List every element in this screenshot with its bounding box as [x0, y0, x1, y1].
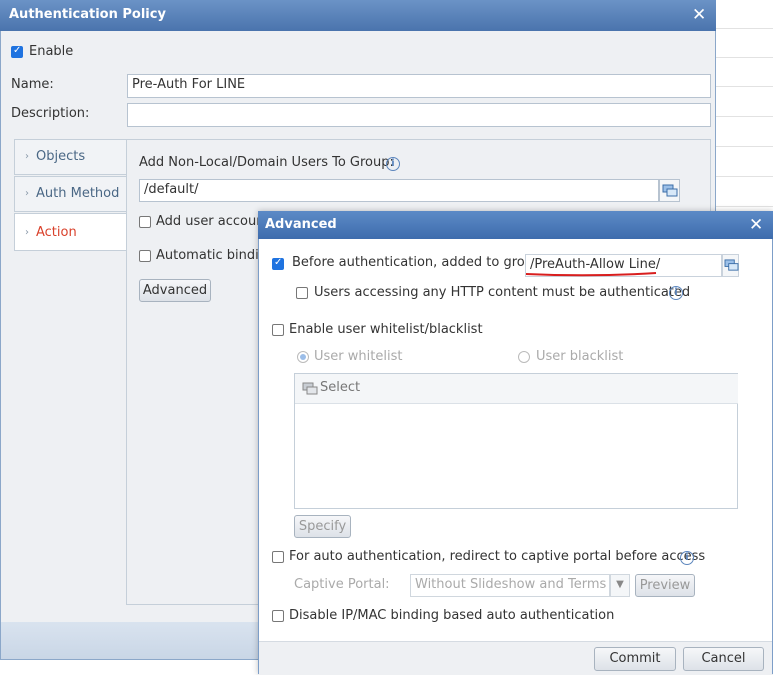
preview-button[interactable]: Preview	[635, 574, 695, 597]
user-list-toolbar	[295, 374, 738, 404]
http-auth-label: Users accessing any HTTP content must be…	[314, 285, 691, 300]
advanced-button[interactable]: Advanced	[139, 279, 211, 302]
sidebar-item-objects[interactable]: › Objects	[14, 139, 127, 175]
info-icon[interactable]: i	[680, 551, 694, 565]
dialog-title: Authentication Policy	[0, 0, 716, 31]
whitelist-enable-label: Enable user whitelist/blacklist	[289, 322, 483, 337]
auto-auth-label: For auto authentication, redirect to cap…	[289, 549, 706, 564]
description-input[interactable]	[127, 103, 711, 127]
disable-binding-label: Disable IP/MAC binding based auto authen…	[289, 608, 615, 623]
auto-auth-checkbox[interactable]	[272, 551, 284, 563]
chevron-right-icon: ›	[25, 188, 29, 199]
group-picker-button[interactable]	[659, 179, 680, 202]
select-icon	[302, 382, 318, 395]
annotation-underline	[525, 272, 657, 277]
outer-dialog-footer	[1, 622, 258, 659]
http-auth-checkbox[interactable]	[296, 287, 308, 299]
close-icon[interactable]: ✕	[692, 0, 706, 30]
disable-binding-checkbox[interactable]	[272, 610, 284, 622]
info-icon[interactable]: i	[669, 286, 683, 300]
background-divider	[716, 146, 773, 147]
description-label: Description:	[11, 106, 90, 121]
before-auth-group-picker[interactable]	[722, 254, 739, 277]
sidebar-item-label: Objects	[36, 149, 86, 164]
background-divider	[716, 176, 773, 177]
name-input[interactable]: Pre-Auth For LINE	[127, 74, 711, 98]
captive-portal-label: Captive Portal:	[294, 577, 390, 592]
name-label: Name:	[11, 77, 54, 92]
captive-portal-select[interactable]: Without Slideshow and Terms of	[410, 574, 610, 597]
background-divider	[716, 57, 773, 58]
whitelist-enable-checkbox[interactable]	[272, 324, 284, 336]
add-users-label: Add Non-Local/Domain Users To Group:	[139, 155, 394, 170]
chevron-right-icon: ›	[25, 151, 29, 162]
enable-label: Enable	[29, 44, 74, 59]
background-divider	[716, 116, 773, 117]
background-divider	[716, 86, 773, 87]
whitelist-radio[interactable]	[297, 351, 309, 363]
chevron-right-icon: ›	[25, 227, 29, 238]
close-icon[interactable]: ✕	[749, 211, 763, 239]
enable-checkbox[interactable]	[11, 45, 23, 58]
add-user-account-checkbox[interactable]	[139, 216, 151, 228]
add-user-account-label: Add user accoun	[156, 214, 265, 229]
cancel-button[interactable]: Cancel	[683, 647, 764, 671]
info-icon[interactable]: i	[386, 157, 400, 171]
sidebar-item-label: Action	[36, 225, 77, 240]
specify-button[interactable]: Specify	[294, 515, 351, 538]
blacklist-radio[interactable]	[518, 351, 530, 363]
blacklist-label: User blacklist	[536, 349, 624, 364]
whitelist-label: User whitelist	[314, 349, 403, 364]
chevron-down-icon[interactable]: ▼	[610, 574, 630, 597]
group-picker-icon	[724, 259, 739, 271]
sidebar-item-label: Auth Method	[36, 186, 120, 201]
automatic-binding-label: Automatic bindin	[156, 248, 268, 263]
background-divider	[716, 28, 773, 29]
automatic-binding-checkbox[interactable]	[139, 250, 151, 262]
before-auth-label: Before authentication, added to group	[292, 255, 542, 270]
group-input[interactable]: /default/	[139, 179, 659, 202]
advanced-dialog-title: Advanced	[258, 211, 773, 239]
group-picker-icon	[662, 184, 678, 197]
sidebar-item-action[interactable]: › Action	[14, 213, 127, 251]
before-auth-checkbox[interactable]	[272, 257, 284, 270]
sidebar-item-auth-method[interactable]: › Auth Method	[14, 176, 127, 212]
commit-button[interactable]: Commit	[594, 647, 676, 671]
select-button[interactable]: Select	[320, 380, 360, 395]
background-divider	[716, 206, 773, 207]
